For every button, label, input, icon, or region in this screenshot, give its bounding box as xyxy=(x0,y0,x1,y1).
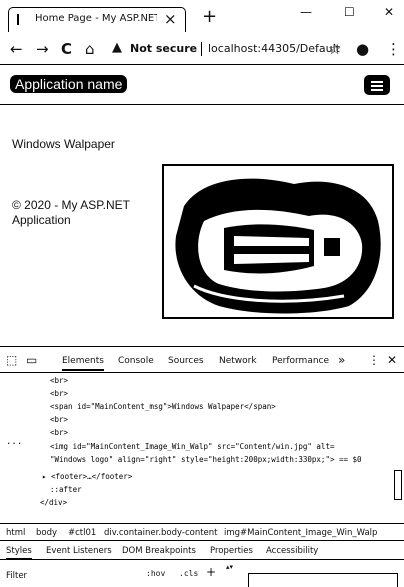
breadcrumb-item[interactable]: #ctl01 xyxy=(68,528,96,538)
scroll-thumb[interactable] xyxy=(394,470,402,500)
tab-strip: Home Page - My ASP.NET Appli × + — ☐ ✕ xyxy=(0,0,404,34)
dom-tree: <br> <br> <span id="MainContent_msg">Win… xyxy=(0,374,392,519)
back-icon[interactable]: ← xyxy=(10,39,23,59)
dom-node[interactable]: ::after xyxy=(50,483,82,496)
dom-node[interactable]: <br> xyxy=(50,426,68,439)
dom-node[interactable]: </div> xyxy=(40,496,67,509)
dom-scrollbar[interactable] xyxy=(393,374,403,519)
breadcrumb-item[interactable]: html xyxy=(6,528,25,538)
wallpaper-message: Windows Walpaper xyxy=(12,137,115,151)
minimize-icon[interactable]: — xyxy=(300,4,312,20)
tab-accessibility[interactable]: Accessibility xyxy=(266,546,318,556)
tab-favicon-icon xyxy=(17,14,19,25)
home-icon[interactable]: ⌂ xyxy=(85,39,95,59)
tab-elements[interactable]: Elements xyxy=(62,356,104,371)
forward-icon[interactable]: → xyxy=(36,39,49,59)
devtools-close-icon[interactable]: ✕ xyxy=(387,353,397,367)
device-toolbar-icon[interactable]: ▭ xyxy=(26,353,37,367)
tab-styles[interactable]: Styles xyxy=(6,546,32,560)
selected-node-ellipsis[interactable]: ... xyxy=(6,436,22,449)
maximize-icon[interactable]: ☐ xyxy=(344,4,355,20)
breadcrumb: html body #ctl01 div.container.body-cont… xyxy=(0,523,404,541)
tab-event-listeners[interactable]: Event Listeners xyxy=(46,546,112,556)
tab-performance[interactable]: Performance xyxy=(272,356,329,366)
page-viewport: Application name Windows Walpaper © 2020… xyxy=(0,64,404,346)
filter-input[interactable]: Filter xyxy=(6,571,27,581)
dom-node[interactable]: <br> xyxy=(50,374,68,387)
dom-node[interactable]: <br> xyxy=(50,387,68,400)
browser-menu-icon[interactable]: ⋮ xyxy=(386,39,401,59)
tab-close-icon[interactable]: × xyxy=(164,9,177,29)
tab-dom-breakpoints[interactable]: DOM Breakpoints xyxy=(122,546,196,556)
devtools-menu-icon[interactable]: ⋮ xyxy=(368,353,380,367)
breadcrumb-item[interactable]: img#MainContent_Image_Win_Walp xyxy=(224,528,377,538)
class-toggle[interactable]: .cls xyxy=(179,569,198,578)
reload-icon[interactable]: C xyxy=(61,39,72,59)
styles-subtabs: Styles Event Listeners DOM Breakpoints P… xyxy=(0,542,404,560)
address-divider xyxy=(201,42,202,56)
security-status[interactable]: Not secure xyxy=(130,42,197,55)
breadcrumb-item[interactable]: body xyxy=(36,528,57,538)
dom-node-selected[interactable]: "Windows logo" align="right" style="heig… xyxy=(50,453,362,466)
inspect-element-icon[interactable]: ⬚ xyxy=(6,353,17,367)
address-bar[interactable]: ▲ Not secure localhost:44305/Default xyxy=(112,39,352,61)
profile-icon[interactable]: ● xyxy=(356,39,369,59)
tab-properties[interactable]: Properties xyxy=(210,546,253,556)
dom-node-selected[interactable]: <img id="MainContent_Image_Win_Walp" src… xyxy=(50,440,334,453)
browser-tab[interactable]: Home Page - My ASP.NET Appli × xyxy=(8,7,186,32)
more-tabs-icon[interactable]: » xyxy=(338,353,345,367)
brand-link[interactable]: Application name xyxy=(10,75,128,93)
window-close-icon[interactable]: ✕ xyxy=(384,4,394,20)
styles-filter-bar: Filter :hov .cls + ▴▾ xyxy=(0,562,404,587)
devtools-tabbar: ⬚ ▭ Elements Console Sources Network Per… xyxy=(0,347,404,373)
computed-pane xyxy=(248,573,398,587)
tab-network[interactable]: Network xyxy=(219,356,257,366)
hamburger-menu-icon[interactable] xyxy=(364,75,390,95)
bookmark-star-icon[interactable]: ☆ xyxy=(328,39,341,59)
tab-sources[interactable]: Sources xyxy=(168,356,204,366)
url-text[interactable]: localhost:44305/Default xyxy=(208,42,340,55)
page-footer: © 2020 - My ASP.NET Application xyxy=(12,198,130,227)
windows-wallpaper-image xyxy=(162,164,394,319)
dom-node[interactable]: ▸ <footer>…</footer> xyxy=(42,470,132,483)
tab-console[interactable]: Console xyxy=(118,356,154,366)
site-navbar: Application name xyxy=(0,65,404,105)
new-style-rule-icon[interactable]: + xyxy=(206,565,216,579)
dom-node[interactable]: <br> xyxy=(50,413,68,426)
spinner-arrows-icon[interactable]: ▴▾ xyxy=(226,563,233,572)
hover-state-toggle[interactable]: :hov xyxy=(146,569,165,578)
breadcrumb-item[interactable]: div.container.body-content xyxy=(104,528,218,538)
new-tab-button[interactable]: + xyxy=(202,7,217,27)
browser-toolbar: ← → C ⌂ ▲ Not secure localhost:44305/Def… xyxy=(0,34,404,64)
devtools-panel: ⬚ ▭ Elements Console Sources Network Per… xyxy=(0,346,404,587)
warning-icon[interactable]: ▲ xyxy=(112,40,122,55)
tab-title: Home Page - My ASP.NET Appli xyxy=(35,13,157,24)
dom-node[interactable]: <span id="MainContent_msg">Windows Walpa… xyxy=(50,400,276,413)
